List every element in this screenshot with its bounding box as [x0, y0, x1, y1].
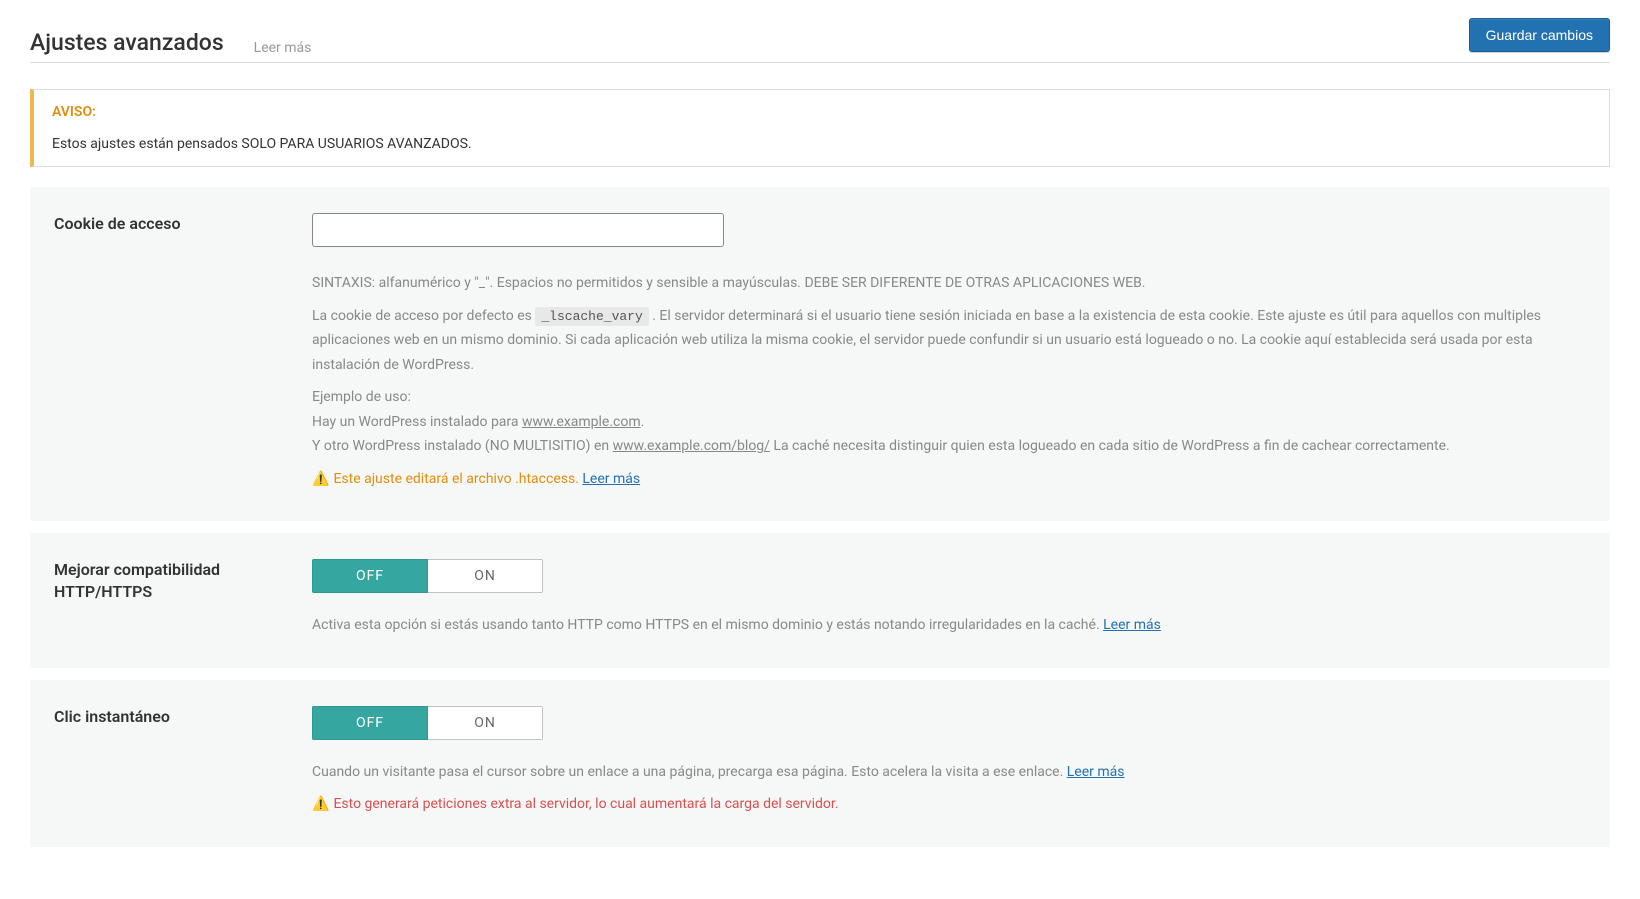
- notice-title: AVISO:: [52, 104, 1591, 120]
- instant-click-desc: Cuando un visitante pasa el cursor sobre…: [312, 760, 1586, 785]
- section-http-https: Mejorar compatibilidad HTTP/HTTPS OFF ON…: [30, 533, 1610, 680]
- label-http-https: Mejorar compatibilidad HTTP/HTTPS: [54, 559, 312, 646]
- instant-click-learn-more-link[interactable]: Leer más: [1067, 764, 1125, 780]
- cookie-default-text: La cookie de acceso por defecto es _lsca…: [312, 304, 1586, 378]
- http-https-learn-more-link[interactable]: Leer más: [1103, 617, 1161, 633]
- toggle-instant-click-off[interactable]: OFF: [312, 706, 428, 740]
- example-link-2[interactable]: www.example.com/blog/: [613, 438, 770, 454]
- notice-box: AVISO: Estos ajustes están pensados SOLO…: [30, 89, 1610, 167]
- cookie-syntax-text: SINTAXIS: alfanumérico y "_". Espacios n…: [312, 271, 1586, 296]
- page-title: Ajustes avanzados: [30, 29, 224, 56]
- section-instant-click: Clic instantáneo OFF ON Cuando un visita…: [30, 680, 1610, 859]
- section-login-cookie: Cookie de acceso SINTAXIS: alfanumérico …: [30, 187, 1610, 533]
- notice-text: Estos ajustes están pensados SOLO PARA U…: [52, 136, 1591, 152]
- toggle-instant-click-on[interactable]: ON: [428, 706, 543, 740]
- code-default-cookie: _lscache_vary: [535, 307, 648, 326]
- warning-icon: ⚠️: [312, 467, 329, 492]
- instant-click-warning: ⚠️Esto generará peticiones extra al serv…: [312, 792, 1586, 817]
- http-https-desc: Activa esta opción si estás usando tanto…: [312, 613, 1586, 638]
- example-link-1[interactable]: www.example.com: [522, 414, 641, 430]
- toggle-http-https-on[interactable]: ON: [428, 559, 543, 593]
- toggle-instant-click: OFF ON: [312, 706, 543, 740]
- header: Ajustes avanzados Leer más Guardar cambi…: [30, 18, 1610, 63]
- header-read-more-link[interactable]: Leer más: [254, 40, 312, 56]
- cookie-example: Ejemplo de uso: Hay un WordPress instala…: [312, 385, 1586, 459]
- toggle-http-https: OFF ON: [312, 559, 543, 593]
- save-button[interactable]: Guardar cambios: [1469, 18, 1610, 52]
- cookie-htaccess-warning: ⚠️Este ajuste editará el archivo .htacce…: [312, 467, 1586, 492]
- toggle-http-https-off[interactable]: OFF: [312, 559, 428, 593]
- warning-icon: ⚠️: [312, 792, 329, 817]
- cookie-learn-more-link[interactable]: Leer más: [582, 471, 640, 487]
- label-login-cookie: Cookie de acceso: [54, 213, 312, 499]
- login-cookie-input[interactable]: [312, 213, 724, 247]
- label-instant-click: Clic instantáneo: [54, 706, 312, 825]
